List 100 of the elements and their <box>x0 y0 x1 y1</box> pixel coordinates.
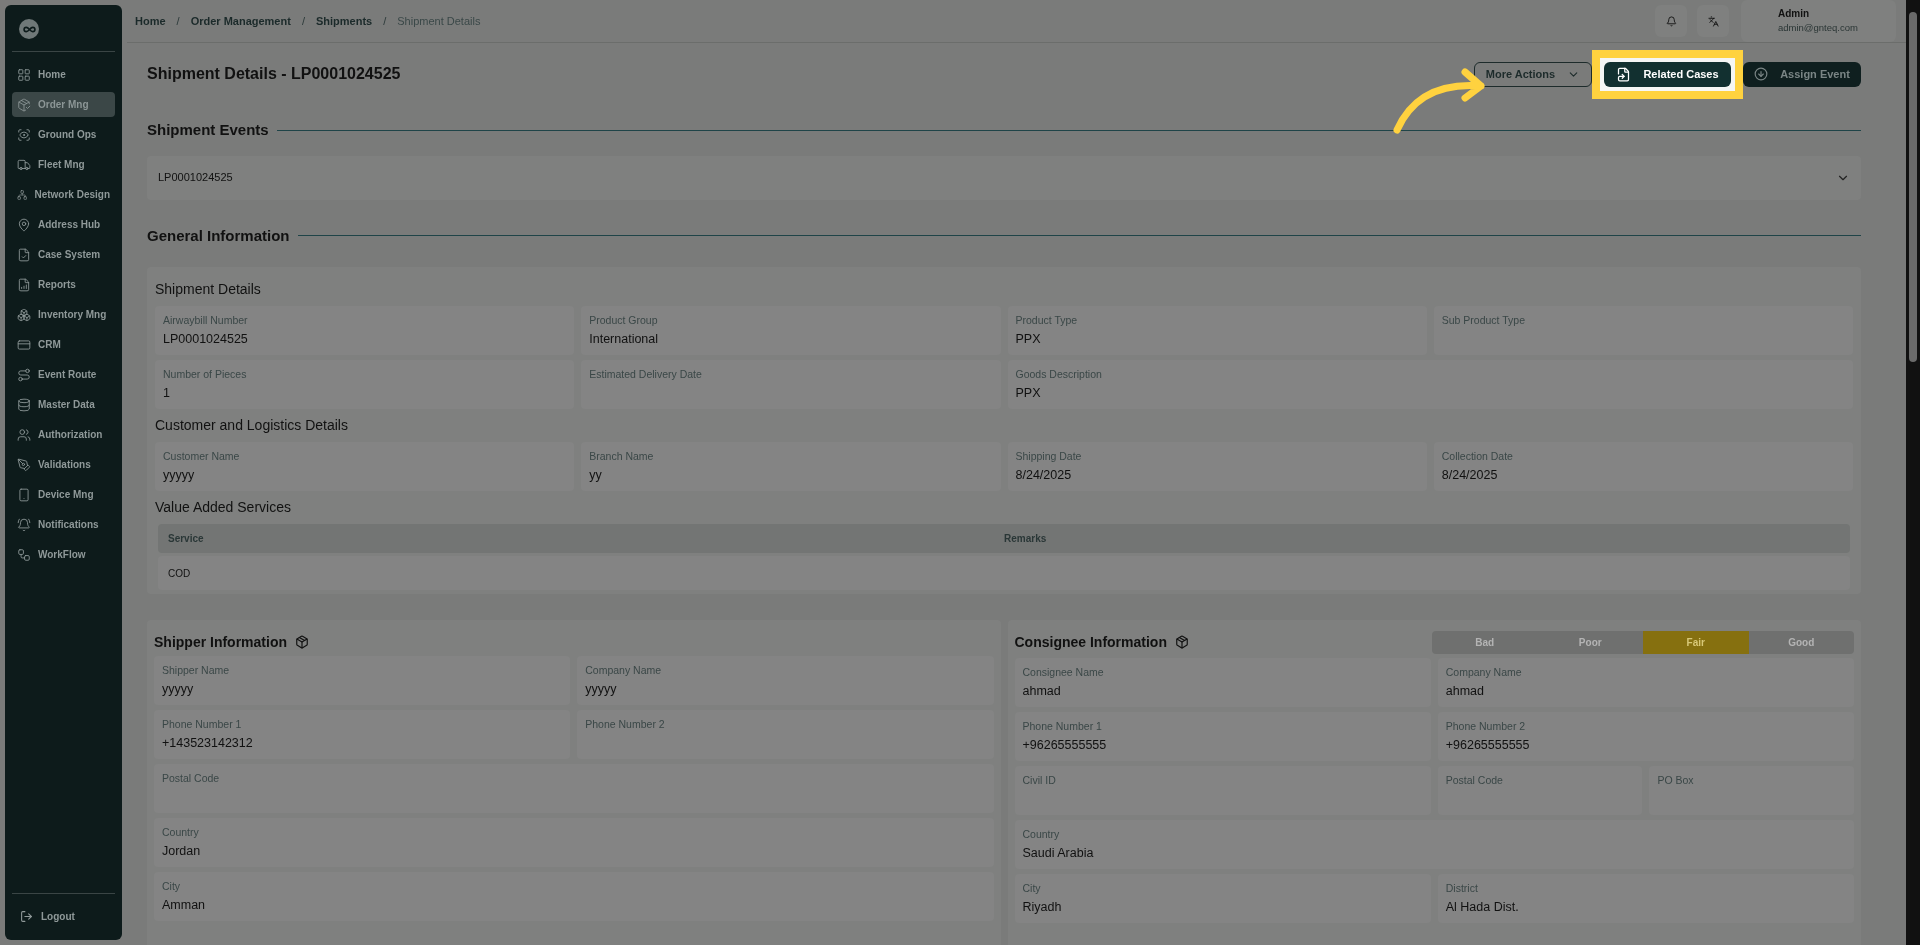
field-value: yyyyy <box>163 467 196 483</box>
field-value: PPX <box>1015 385 1042 401</box>
sidebar-item[interactable]: Home <box>12 62 115 87</box>
document-icon <box>17 247 31 262</box>
sidebar-item[interactable]: Ground Ops <box>12 122 115 147</box>
field-value: 8/24/2025 <box>1441 467 1499 483</box>
action-button[interactable]: More Actions <box>1474 61 1592 87</box>
field-label: Postal Code <box>162 771 221 785</box>
field-value: yyyyy <box>585 681 618 697</box>
sidebar-item[interactable]: Device Mng <box>12 482 115 507</box>
field-label: Company Name <box>585 663 663 677</box>
sidebar-item[interactable]: Notifications <box>12 512 115 537</box>
field-label: Phone Number 1 <box>1022 719 1103 733</box>
field-value: Saudi Arabia <box>1022 845 1095 861</box>
field-label: Shipping Date <box>1015 449 1083 463</box>
sidebar-item[interactable]: Event Route <box>12 362 115 387</box>
scrollbar[interactable] <box>1906 0 1920 945</box>
sidebar-item[interactable]: Authorization <box>12 422 115 447</box>
field-value: +96265555555 <box>1445 737 1531 753</box>
card-icon <box>17 337 31 352</box>
column-header: Service <box>168 532 205 546</box>
sidebar-item[interactable]: Network Design <box>12 182 115 207</box>
sidebar-item[interactable]: Validations <box>12 452 115 477</box>
breadcrumb-separator: / <box>176 13 180 29</box>
sidebar-item[interactable]: Order Mng <box>12 92 115 117</box>
pen-icon <box>17 457 31 472</box>
download-circle-icon <box>1754 67 1769 81</box>
field-label: Postal Code <box>1445 773 1504 787</box>
logout-icon <box>20 909 33 923</box>
field-label: City <box>162 879 182 893</box>
field-label: Product Type <box>1015 313 1079 327</box>
card-title: Shipper Information <box>154 632 287 652</box>
field-value: Jordan <box>162 843 202 859</box>
field-label: Shipper Name <box>162 663 231 677</box>
field-label: District <box>1445 881 1479 895</box>
route-icon <box>17 367 31 382</box>
field-label: City <box>1022 881 1042 895</box>
sidebar-item[interactable]: Case System <box>12 242 115 267</box>
language-button[interactable] <box>1697 5 1729 37</box>
field-label: Country <box>162 825 200 839</box>
field-value: yyyyy <box>162 681 195 697</box>
field-value: ahmad <box>1022 683 1062 699</box>
grid-icon <box>17 67 31 82</box>
field-label: Phone Number 2 <box>1445 719 1527 733</box>
user-name: Admin <box>1778 7 1811 22</box>
action-button[interactable]: Related Cases <box>1604 61 1731 87</box>
field-value: LP0001024525 <box>163 331 249 347</box>
field-label: Number of Pieces <box>163 367 248 381</box>
package-icon <box>295 635 309 649</box>
sidebar-item[interactable]: Inventory Mng <box>12 302 115 327</box>
network-icon <box>17 187 28 202</box>
package-icon <box>1174 635 1189 649</box>
breadcrumb-link[interactable]: Shipments <box>315 12 373 30</box>
notification-button[interactable] <box>1655 5 1687 37</box>
field-value: International <box>589 331 660 347</box>
boxes-icon <box>17 307 31 322</box>
document-icon <box>1616 66 1632 82</box>
field-label: Phone Number 1 <box>162 717 243 731</box>
field-label: Country <box>1022 827 1061 841</box>
field-label: Customer Name <box>163 449 241 463</box>
breadcrumb-link[interactable]: Home <box>135 12 166 30</box>
field-label: Consignee Name <box>1022 665 1105 679</box>
field-label: Goods Description <box>1015 367 1103 381</box>
sidebar-item[interactable]: Fleet Mng <box>12 152 115 177</box>
field-value: PPX <box>1015 331 1042 347</box>
map-pin-icon <box>17 217 31 232</box>
sidebar-item[interactable]: Reports <box>12 272 115 297</box>
user-card[interactable]: Admin admin@gnteq.com <box>1741 0 1896 42</box>
bell-icon <box>17 517 31 532</box>
field-label: Sub Product Type <box>1441 313 1527 327</box>
report-icon <box>17 277 31 292</box>
field-label: Collection Date <box>1441 449 1514 463</box>
page-title: Shipment Details - LP0001024525 <box>147 64 401 84</box>
subsection-title: Value Added Services <box>155 498 292 517</box>
sidebar-item[interactable]: CRM <box>12 332 115 357</box>
subsection-title: Shipment Details <box>155 280 262 299</box>
breadcrumb-separator: / <box>383 13 387 29</box>
field-value: +143523142312 <box>162 735 254 751</box>
field-label: Civil ID <box>1022 773 1057 787</box>
sidebar-item[interactable]: Address Hub <box>12 212 115 237</box>
users-icon <box>17 427 31 442</box>
breadcrumb-separator: / <box>301 13 305 29</box>
field-value: Al Hada Dist. <box>1445 899 1520 915</box>
section-title: General Information <box>147 225 290 246</box>
table-cell-text: COD <box>168 566 192 581</box>
column-header: Remarks <box>1004 532 1048 546</box>
event-accordion[interactable]: LP0001024525 <box>147 155 1861 200</box>
truck-icon <box>17 157 31 172</box>
field-value: yy <box>589 467 603 483</box>
action-button[interactable]: Assign Event <box>1743 61 1861 87</box>
breadcrumb-link[interactable]: Order Management <box>190 12 291 30</box>
sidebar-item[interactable]: Master Data <box>12 392 115 417</box>
sidebar-item[interactable]: WorkFlow <box>12 542 115 567</box>
user-email: admin@gnteq.com <box>1778 21 1859 36</box>
database-icon <box>17 397 31 412</box>
workflow-icon <box>17 547 31 562</box>
phone-icon <box>17 487 31 502</box>
scan-icon <box>17 127 31 142</box>
logout-button[interactable]: Logout <box>12 902 115 930</box>
card-title: Consignee Information <box>1014 632 1167 652</box>
